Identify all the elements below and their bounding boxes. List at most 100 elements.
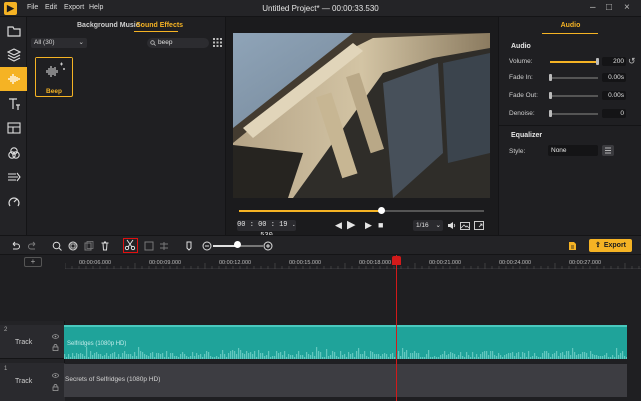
folder-icon[interactable] (0, 19, 27, 43)
scrubber-handle[interactable] (378, 207, 385, 214)
layers-icon[interactable] (0, 43, 27, 67)
clip-title: Secrets of Selfridges (1080p HD) (65, 376, 161, 383)
tab-sound-effects[interactable]: Sound Effects (136, 22, 183, 29)
chevron-down-icon: ⌄ (435, 222, 441, 229)
undo-icon[interactable] (9, 240, 20, 251)
equalizer-section-title: Equalizer (511, 132, 543, 139)
text-icon[interactable] (0, 92, 27, 116)
transition-icon[interactable] (0, 165, 27, 189)
copy-icon[interactable] (83, 240, 94, 251)
ruler-tick-label: 00:00:09.000 (149, 260, 182, 266)
properties-panel: Audio Audio Volume: 200 ↺ Fade In: 0.00s… (498, 17, 641, 235)
audio-wave-icon (46, 62, 65, 77)
lock-icon[interactable] (52, 384, 59, 391)
playhead[interactable] (396, 255, 397, 401)
track-number: 1 (4, 366, 8, 372)
fade-in-value[interactable]: 0.00s (602, 73, 626, 82)
project-settings-icon[interactable] (566, 240, 577, 251)
zoom-in-icon[interactable] (262, 240, 273, 251)
preview-panel: 00 : 00 : 19 . 530 ◀ ▶ ▶ ■ 1/16 ⌄ (226, 17, 498, 240)
preview-quality-select[interactable]: 1/16 ⌄ (413, 220, 443, 231)
ruler-tick-label: 00:00:12.000 (219, 260, 252, 266)
volume-value[interactable]: 200 (602, 57, 626, 66)
tab-audio[interactable]: Audio (499, 17, 641, 34)
search-value: beep (158, 39, 173, 46)
fade-out-slider-handle[interactable] (549, 92, 552, 99)
denoise-slider[interactable] (550, 113, 598, 115)
denoise-value[interactable]: 0 (602, 109, 626, 118)
export-button[interactable]: ⇪ Export (589, 239, 632, 252)
timeline-toolbar: ⇪ Export (0, 235, 641, 255)
video-preview[interactable] (233, 33, 490, 198)
current-timecode: 00 : 00 : 19 . 530 (237, 220, 296, 240)
eye-icon[interactable] (52, 333, 59, 340)
audio-clip[interactable]: Secrets of Selfridges (1080p HD) (64, 364, 627, 397)
previous-frame-icon[interactable]: ◀ (335, 220, 342, 231)
grid-view-icon[interactable] (213, 38, 222, 47)
sound-effect-card[interactable]: Beep (35, 57, 73, 97)
volume-slider-handle[interactable] (596, 58, 599, 65)
ruler-tick-label: 00:00:27.000 (569, 260, 602, 266)
style-label: Style: (509, 148, 526, 155)
media-library: Background Music Sound Effects All (30) … (27, 17, 226, 235)
fade-in-slider-handle[interactable] (549, 74, 552, 81)
scissors-icon (124, 239, 136, 251)
snapshot-icon[interactable] (460, 221, 470, 230)
track-label: Track (15, 378, 33, 385)
next-frame-icon[interactable]: ▶ (365, 220, 372, 231)
active-tab-underline (134, 31, 178, 32)
audio-wave-icon[interactable] (0, 67, 27, 91)
reset-icon[interactable]: ↺ (628, 56, 636, 67)
eye-icon[interactable] (52, 372, 59, 379)
split-button[interactable] (123, 238, 138, 253)
video-clip[interactable]: Selfridges (1080p HD) (64, 325, 627, 359)
ruler-tick-label: 00:00:18.000 (359, 260, 392, 266)
zoom-tool-icon[interactable] (51, 240, 62, 251)
fade-out-slider[interactable] (550, 95, 598, 97)
timeline-zoom-handle[interactable] (234, 241, 241, 248)
search-icon (150, 40, 156, 46)
detach-audio-icon[interactable] (158, 240, 169, 251)
marker-icon[interactable] (183, 240, 194, 251)
search-input[interactable]: beep (147, 38, 209, 48)
lock-icon[interactable] (52, 344, 59, 351)
fade-in-slider[interactable] (550, 77, 598, 79)
maximize-icon[interactable]: □ (606, 2, 612, 13)
clip-title: Selfridges (1080p HD) (67, 341, 127, 347)
ruler-tick-label: 00:00:15.000 (289, 260, 322, 266)
audio-waveform (64, 347, 627, 359)
category-filter-select[interactable]: All (30) ⌄ (31, 38, 87, 48)
filter-value: All (30) (34, 39, 55, 46)
track-label: Track (15, 339, 33, 346)
add-track-button[interactable]: + (24, 257, 42, 267)
audio-section-title: Audio (511, 43, 531, 50)
denoise-label: Denoise: (509, 110, 535, 117)
crop-icon[interactable] (67, 240, 78, 251)
time-ruler[interactable]: 00:00:06.000 00:00:09.000 00:00:12.000 0… (65, 255, 641, 269)
stop-icon[interactable]: ■ (378, 220, 383, 231)
export-label: Export (603, 242, 627, 249)
fade-out-value[interactable]: 0.00s (602, 91, 626, 100)
template-icon[interactable] (0, 116, 27, 140)
filter-icon[interactable] (0, 141, 27, 165)
close-icon[interactable]: × (624, 2, 630, 13)
volume-icon[interactable] (447, 221, 457, 230)
export-icon: ⇪ (594, 242, 601, 249)
minimize-icon[interactable]: – (590, 2, 596, 13)
track-header[interactable]: 1 Track (0, 363, 65, 401)
fullscreen-icon[interactable] (474, 221, 484, 230)
track-header[interactable]: 2 Track (0, 325, 65, 359)
equalizer-style-select[interactable]: None (548, 145, 598, 156)
playhead-handle[interactable] (392, 256, 401, 265)
delete-icon[interactable] (99, 240, 110, 251)
freeze-frame-icon[interactable] (143, 240, 154, 251)
tab-background-music[interactable]: Background Music (77, 22, 140, 29)
playback-progress (239, 210, 381, 212)
equalizer-settings-icon[interactable] (602, 145, 614, 156)
play-icon[interactable]: ▶ (347, 220, 355, 231)
timeline: + 00:00:06.000 00:00:09.000 00:00:12.000… (0, 255, 641, 401)
zoom-out-icon[interactable] (201, 240, 212, 251)
denoise-slider-handle[interactable] (549, 110, 552, 117)
motion-icon[interactable] (0, 190, 27, 214)
redo-icon[interactable] (27, 240, 38, 251)
